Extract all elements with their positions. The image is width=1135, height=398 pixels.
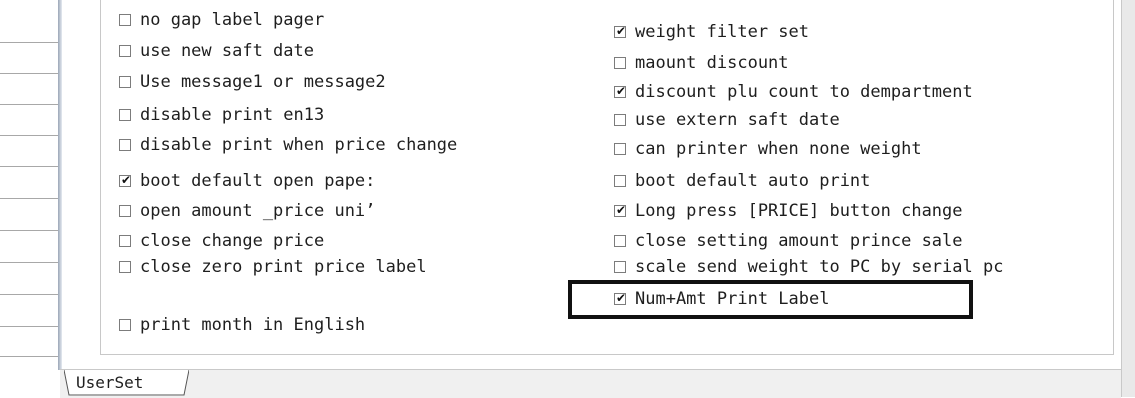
checkbox[interactable]: ✔ [119,173,132,187]
check-icon: ✔ [120,173,132,187]
checkbox[interactable] [119,205,131,217]
option-label: disable print when price change [140,135,458,155]
gutter-line [0,294,60,295]
left-option-2[interactable]: Use message1 or message2 [119,71,386,93]
option-label: boot default auto print [635,171,871,191]
checkbox[interactable] [614,57,626,69]
checkbox[interactable] [119,139,131,151]
option-label: close zero print price label [140,257,427,277]
option-label: Long press [PRICE] button change [635,201,963,221]
gutter-line [0,262,60,263]
left-option-7[interactable]: close change price [119,230,324,252]
gutter-line [0,73,60,74]
checkbox[interactable] [119,319,131,331]
option-label: boot default open pape: [140,171,376,191]
right-option-4[interactable]: can printer when none weight [614,138,922,160]
left-option-8[interactable]: close zero print price label [119,256,427,278]
checkbox[interactable] [119,261,131,273]
gutter-line [0,356,60,357]
gutter-line [0,166,60,167]
checkbox[interactable] [119,14,131,26]
gutter-line [0,135,60,136]
checkbox[interactable] [614,175,626,187]
option-label: Use message1 or message2 [140,72,386,92]
option-label: close change price [140,231,325,251]
option-label: discount plu count to dempartment [635,82,973,102]
checkbox[interactable] [614,235,626,247]
tab-userset-label: UserSet [76,373,144,392]
option-label: weight filter set [635,22,809,42]
option-label: can printer when none weight [635,139,922,159]
right-option-7[interactable]: close setting amount prince sale [614,230,963,252]
right-option-0[interactable]: ✔ weight filter set [614,21,809,43]
left-gutter [0,0,62,370]
checkbox[interactable]: ✔ [614,203,627,217]
checkbox[interactable] [119,235,131,247]
right-option-3[interactable]: use extern saft date [614,109,840,131]
checkbox[interactable] [119,109,131,121]
option-label: disable print en13 [140,105,325,125]
checkbox[interactable] [119,76,131,88]
option-label: open amount _price uni’ [140,201,376,221]
gutter-line [0,198,60,199]
option-label: use extern saft date [635,110,840,130]
right-option-5[interactable]: boot default auto print [614,170,870,192]
right-option-2[interactable]: ✔ discount plu count to dempartment [614,81,973,103]
left-option-6[interactable]: open amount _price uni’ [119,200,470,222]
option-label: use new saft date [140,41,314,61]
check-icon: ✔ [615,24,627,38]
checkbox[interactable] [119,45,131,57]
vertical-scrollbar[interactable] [1121,0,1135,397]
check-icon: ✔ [615,84,627,98]
left-option-1[interactable]: use new saft date [119,40,314,62]
highlight-box [568,280,973,319]
left-option-9[interactable]: print month in English [119,314,365,336]
checkbox[interactable]: ✔ [614,24,627,38]
left-option-0[interactable]: no gap label pager [119,9,324,31]
option-label: maount discount [635,53,789,73]
check-icon: ✔ [615,203,627,217]
checkbox[interactable] [614,143,626,155]
option-label: no gap label pager [140,10,325,30]
right-option-8[interactable]: scale send weight to PC by serial pc [614,256,1095,278]
gutter-line [0,42,60,43]
gutter-line [0,104,60,105]
option-label: scale send weight to PC by serial pc [635,257,1004,277]
tab-strip: UserSet [60,369,1121,398]
right-option-6[interactable]: ✔ Long press [PRICE] button change [614,200,963,222]
gutter-line [0,326,60,327]
checkbox[interactable] [614,114,626,126]
option-label: close setting amount prince sale [635,231,963,251]
left-option-5[interactable]: ✔ boot default open pape: [119,170,480,192]
left-option-4[interactable]: disable print when price change [119,134,457,156]
gutter-line [0,230,60,231]
checkbox[interactable] [614,261,626,273]
left-option-3[interactable]: disable print en13 [119,104,324,126]
checkbox[interactable]: ✔ [614,84,627,98]
right-option-1[interactable]: maount discount [614,52,789,74]
option-label: print month in English [140,315,366,335]
